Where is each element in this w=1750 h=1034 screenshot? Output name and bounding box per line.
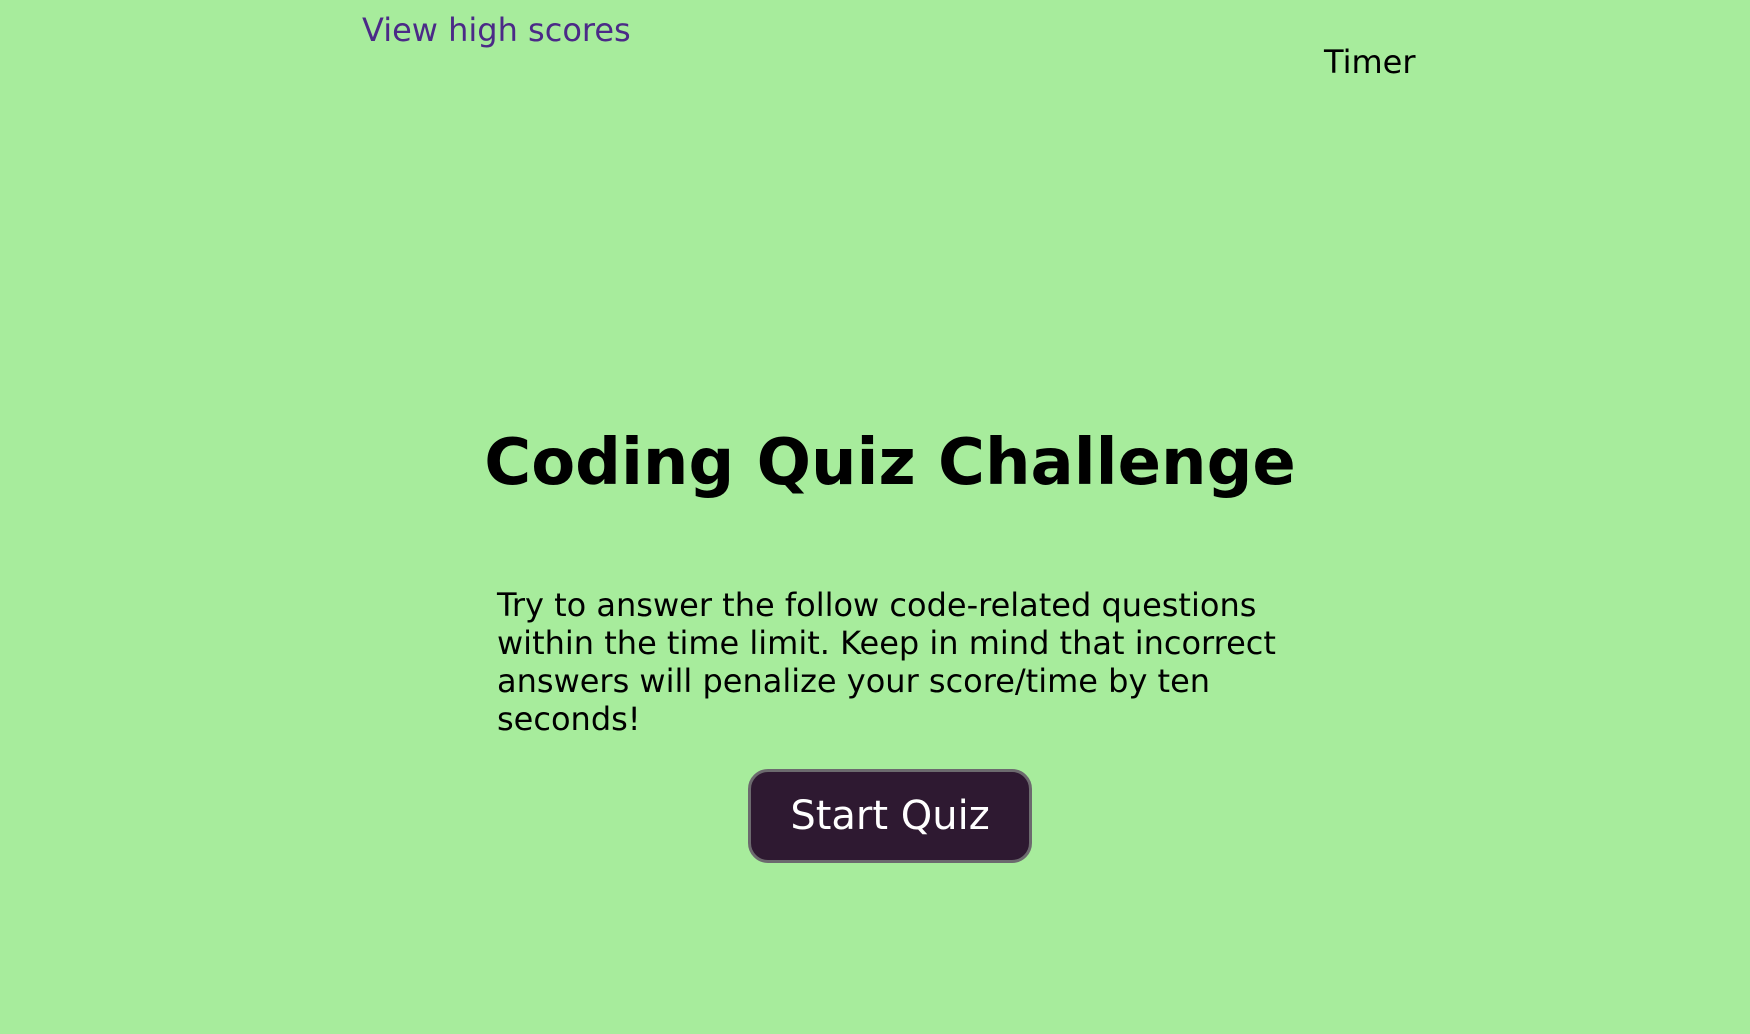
start-quiz-button[interactable]: Start Quiz	[748, 769, 1032, 863]
page-title: Coding Quiz Challenge	[484, 426, 1296, 500]
quiz-instructions: Try to answer the follow code-related qu…	[497, 586, 1276, 738]
view-high-scores-link[interactable]: View high scores	[362, 8, 631, 52]
timer-display: Timer	[1324, 43, 1416, 81]
